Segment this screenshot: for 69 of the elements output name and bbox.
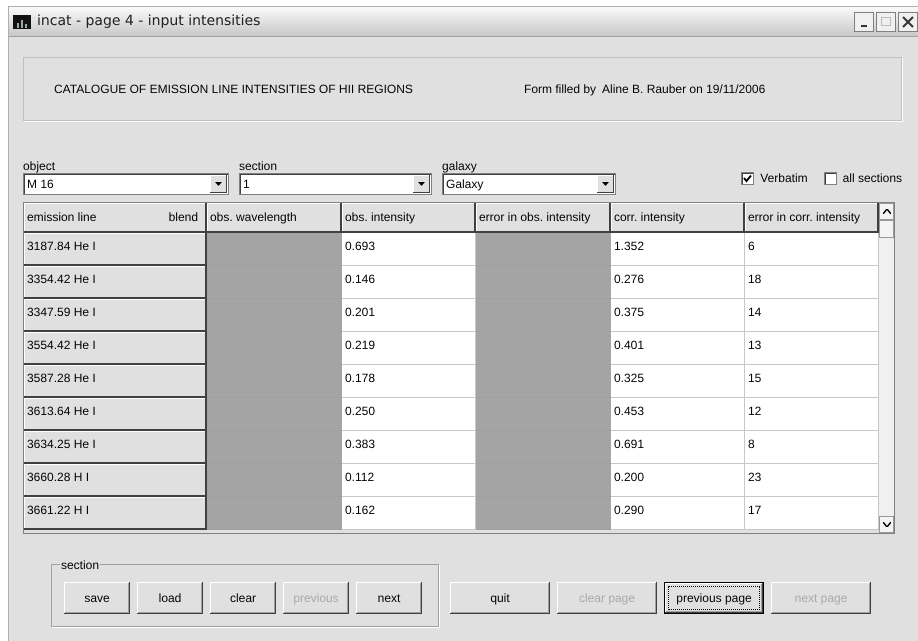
row-header: 3660.28 H I: [24, 464, 207, 497]
table-cell[interactable]: 0.146: [342, 266, 476, 299]
field-label: object: [23, 158, 56, 173]
checkbox-label: Verbatim: [760, 170, 808, 187]
table-cell[interactable]: 23: [745, 464, 879, 497]
row-header: 3661.22 H I: [24, 497, 207, 530]
table-cell[interactable]: 0.219: [342, 332, 476, 365]
scroll-up-icon[interactable]: [879, 203, 894, 220]
column-header[interactable]: error in corr. intensity: [745, 203, 879, 233]
table-cell[interactable]: 18: [745, 266, 879, 299]
table-cell[interactable]: 13: [745, 332, 879, 365]
row-header: 3354.42 He I: [24, 266, 207, 299]
field-label: section: [239, 158, 278, 173]
table-cell[interactable]: 0.290: [611, 497, 745, 530]
table-cell[interactable]: 0.162: [342, 497, 476, 530]
close-icon[interactable]: [902, 16, 914, 28]
table-cell[interactable]: 0.250: [342, 398, 476, 431]
column-header[interactable]: obs. wavelength: [207, 203, 342, 233]
table-cell[interactable]: 1.352: [611, 233, 745, 266]
scroll-down-icon[interactable]: [879, 516, 894, 533]
button[interactable]: clear: [210, 582, 276, 614]
table-cell[interactable]: 0.200: [611, 464, 745, 497]
dropdown[interactable]: 1: [239, 173, 432, 195]
row-header: 3187.84 He I: [24, 233, 207, 266]
scroll-thumb[interactable]: [879, 220, 894, 238]
dropdown[interactable]: M 16: [23, 173, 229, 195]
column-header[interactable]: error in obs. intensity: [476, 203, 611, 233]
row-header: 3613.64 He I: [24, 398, 207, 431]
chart-icon: [13, 14, 31, 28]
column-header[interactable]: obs. intensity: [342, 203, 476, 233]
checkbox[interactable]: [741, 172, 754, 184]
table-cell[interactable]: 0.383: [342, 431, 476, 464]
form-filled-by: Form filled by Aline B. Rauber on 19/11/2006: [524, 81, 766, 98]
table-cell[interactable]: 0.453: [611, 398, 745, 431]
table-cell[interactable]: 0.178: [342, 365, 476, 398]
column-header[interactable]: corr. intensity: [611, 203, 745, 233]
column-header[interactable]: emission line blend: [24, 203, 207, 233]
row-header: 3634.25 He I: [24, 431, 207, 464]
row-header: 3347.59 He I: [24, 299, 207, 332]
table-cell[interactable]: 0.375: [611, 299, 745, 332]
row-header: 3587.28 He I: [24, 365, 207, 398]
table-cell[interactable]: 0.401: [611, 332, 745, 365]
table-cell[interactable]: 12: [745, 398, 879, 431]
table-cell[interactable]: 6: [745, 233, 879, 266]
table-cell[interactable]: 15: [745, 365, 879, 398]
button[interactable]: save: [64, 582, 130, 614]
close-button[interactable]: [898, 12, 918, 32]
scrollbar[interactable]: [879, 203, 894, 533]
table-cell[interactable]: 0.691: [611, 431, 745, 464]
checkbox[interactable]: [824, 172, 837, 184]
button[interactable]: quit: [450, 582, 550, 614]
table-cell[interactable]: 0.112: [342, 464, 476, 497]
row-header: 3554.42 He I: [24, 332, 207, 365]
table-cell[interactable]: 17: [745, 497, 879, 530]
button[interactable]: load: [137, 582, 203, 614]
checkbox-label: all sections: [842, 170, 902, 187]
catalogue-title: CATALOGUE OF EMISSION LINE INTENSITIES OF HII REGIONS: [54, 81, 414, 98]
table-cell[interactable]: 0.276: [611, 266, 745, 299]
field-label: galaxy: [442, 158, 478, 173]
table-cell[interactable]: 0.325: [611, 365, 745, 398]
button[interactable]: next: [356, 582, 422, 614]
table-cell[interactable]: 0.201: [342, 299, 476, 332]
minimize-button[interactable]: [854, 12, 874, 32]
table-cell[interactable]: 8: [745, 431, 879, 464]
table-cell[interactable]: 14: [745, 299, 879, 332]
window-title: incat - page 4 - input intensities: [37, 12, 260, 31]
table-cell[interactable]: 0.693: [342, 233, 476, 266]
button[interactable]: previous page: [664, 582, 764, 614]
dropdown[interactable]: Galaxy: [442, 173, 616, 195]
